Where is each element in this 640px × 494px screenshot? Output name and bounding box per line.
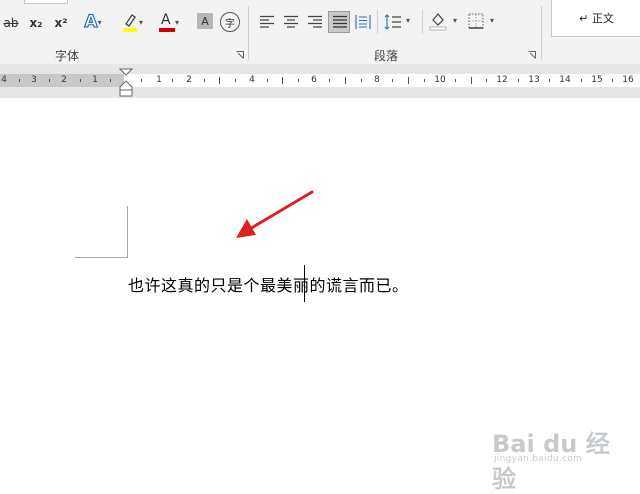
baidu-watermark: Bai du 经验 jingyan.baidu.com [492, 410, 612, 493]
watermark-url: jingyan.baidu.com [494, 454, 583, 464]
red-arrow-annotation [236, 190, 314, 238]
